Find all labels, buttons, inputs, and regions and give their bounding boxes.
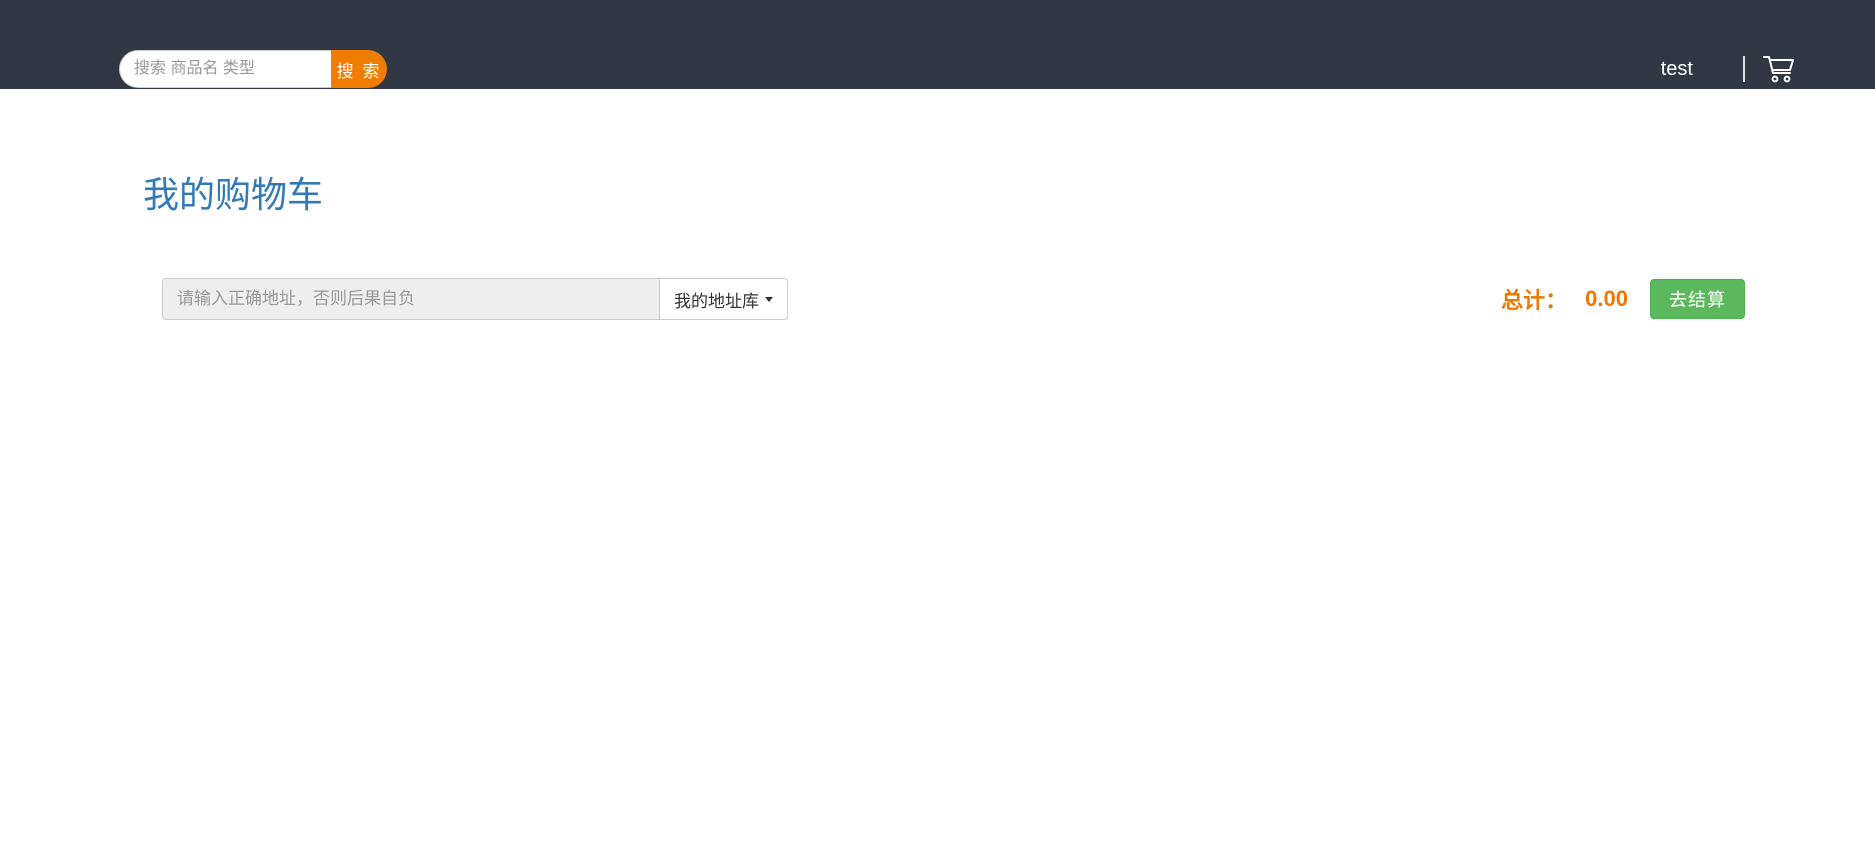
search-button[interactable]: 搜 索 (331, 50, 387, 88)
header-right: test (1661, 54, 1795, 84)
address-dropdown-label: 我的地址库 (674, 287, 759, 312)
page-title: 我的购物车 (143, 166, 1875, 218)
checkout-button[interactable]: 去结算 (1650, 279, 1745, 319)
cart-icon (1763, 55, 1795, 83)
total-value: 0.00 (1585, 286, 1628, 312)
cart-action-bar: 我的地址库 总计： 0.00 去结算 (162, 278, 1745, 320)
address-group: 我的地址库 (162, 278, 788, 320)
cart-link[interactable] (1763, 55, 1795, 83)
search-group: 搜 索 (119, 50, 387, 88)
chevron-down-icon (765, 297, 773, 302)
address-input[interactable] (162, 278, 660, 320)
vertical-divider (1743, 56, 1745, 82)
address-dropdown[interactable]: 我的地址库 (660, 278, 788, 320)
search-input[interactable] (119, 50, 331, 88)
total-label: 总计： (1501, 283, 1567, 315)
header: 搜 索 test (0, 0, 1875, 89)
username-link[interactable]: test (1661, 58, 1693, 81)
